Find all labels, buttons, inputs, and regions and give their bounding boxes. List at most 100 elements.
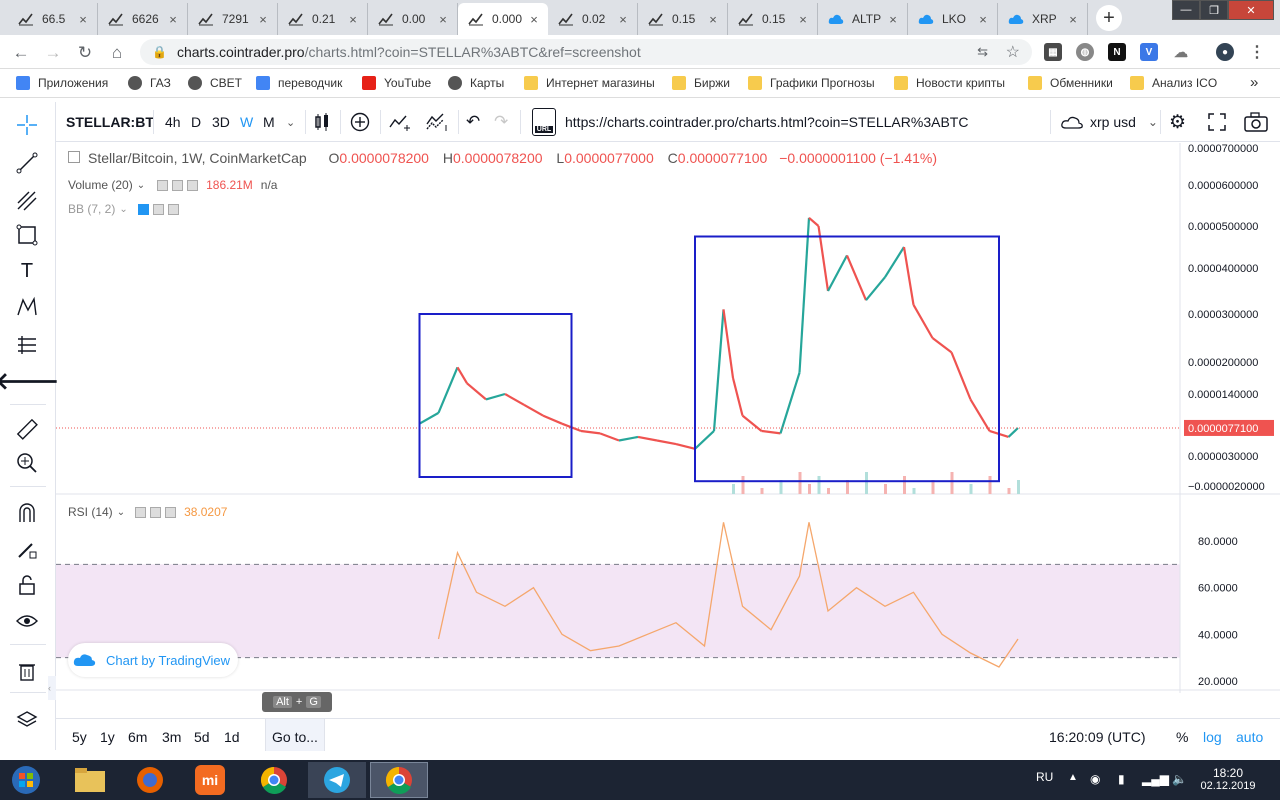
collapse-legend-icon[interactable] bbox=[68, 151, 80, 163]
templates-icon[interactable] bbox=[426, 112, 450, 132]
stay-in-drawing-mode-icon[interactable] bbox=[14, 536, 40, 562]
tab-close-icon[interactable]: × bbox=[705, 12, 721, 27]
hidden-eye-icon[interactable] bbox=[137, 203, 149, 215]
bb-indicator-legend[interactable]: BB (7, 2) ⌄ bbox=[68, 202, 179, 216]
bookmark-item[interactable]: СВЕТ bbox=[188, 76, 242, 90]
remove-small-icon[interactable] bbox=[167, 203, 179, 215]
rsi-indicator-legend[interactable]: RSI (14) ⌄ 38.0207 bbox=[68, 505, 227, 519]
forward-arrow-icon[interactable]: → bbox=[42, 42, 64, 64]
tab-close-icon[interactable]: × bbox=[165, 12, 181, 27]
redo-icon[interactable]: ↷ bbox=[494, 112, 508, 132]
crosshair-icon[interactable] bbox=[14, 112, 40, 138]
settings-small-icon[interactable] bbox=[172, 179, 184, 191]
magnet-icon[interactable] bbox=[14, 500, 40, 526]
tab-close-icon[interactable]: × bbox=[75, 12, 91, 27]
translate-icon[interactable]: ⇆ bbox=[977, 44, 988, 60]
extension-n-icon[interactable]: N bbox=[1108, 43, 1126, 61]
input-language[interactable]: RU bbox=[1036, 770, 1053, 784]
pitchfork-icon[interactable] bbox=[14, 188, 40, 214]
tray-signal-icon[interactable]: ▂▄▆ bbox=[1142, 772, 1169, 786]
chrome-icon[interactable] bbox=[244, 762, 304, 798]
remove-small-icon[interactable] bbox=[187, 179, 199, 191]
bookmark-item[interactable]: переводчик bbox=[256, 76, 342, 90]
tab-close-icon[interactable]: × bbox=[526, 12, 542, 27]
tab-close-icon[interactable]: × bbox=[345, 12, 361, 27]
chart-canvas[interactable]: 0.0000700000 0.0000600000 0.0000500000 0.00… bbox=[56, 143, 1280, 693]
rectangle-shape-icon[interactable] bbox=[14, 222, 40, 248]
trash-icon[interactable] bbox=[14, 658, 40, 684]
range-6m[interactable]: 6m bbox=[128, 729, 147, 745]
browser-tab[interactable]: 0.02 × bbox=[548, 3, 638, 35]
bookmark-item[interactable]: YouTube bbox=[362, 76, 431, 90]
eye-toggle-icon[interactable] bbox=[157, 179, 169, 191]
interval-3d[interactable]: 3D bbox=[212, 112, 230, 132]
omnibox[interactable]: 🔒 charts.cointrader.pro/charts.html?coin… bbox=[140, 39, 1032, 65]
back-arrow-tool-icon[interactable]: 🡐 bbox=[0, 368, 59, 395]
browser-menu-icon[interactable]: ⋮ bbox=[1248, 43, 1266, 61]
bookmark-item[interactable]: Графики Прогнозы bbox=[748, 76, 875, 90]
extension-v-icon[interactable]: V bbox=[1140, 43, 1158, 61]
browser-tab[interactable]: 0.15 × bbox=[728, 3, 818, 35]
bookmarks-more-button[interactable]: » bbox=[1250, 74, 1258, 91]
collapse-toolbar-chevron-icon[interactable]: ‹ bbox=[48, 676, 56, 700]
tab-close-icon[interactable]: × bbox=[255, 12, 271, 27]
prediction-tool-icon[interactable] bbox=[14, 332, 40, 358]
interval-4h[interactable]: 4h bbox=[165, 112, 181, 132]
tray-chevron-icon[interactable]: ▲ bbox=[1068, 772, 1078, 783]
bookmark-item[interactable]: Новости крипты bbox=[894, 76, 1005, 90]
symbol-search[interactable]: STELLAR:BT bbox=[66, 112, 154, 132]
range-1d[interactable]: 1d bbox=[224, 729, 240, 745]
ruler-icon[interactable] bbox=[14, 416, 40, 442]
browser-tab[interactable]: LKO × bbox=[908, 3, 998, 35]
bookmark-star-icon[interactable]: ☆ bbox=[1006, 42, 1020, 62]
extension-puzzle-icon[interactable]: ▦ bbox=[1044, 43, 1062, 61]
extension-cloud-icon[interactable]: ☁ bbox=[1172, 43, 1190, 61]
fullscreen-icon[interactable] bbox=[1208, 112, 1226, 132]
taskbar-clock[interactable]: 18:20 02.12.2019 bbox=[1200, 766, 1256, 792]
lock-drawings-icon[interactable] bbox=[14, 572, 40, 598]
browser-tab[interactable]: 0.000 × bbox=[458, 3, 548, 35]
bookmark-item[interactable]: ГАЗ bbox=[128, 76, 171, 90]
interval-d[interactable]: D bbox=[191, 112, 201, 132]
eye-icon[interactable] bbox=[14, 608, 40, 634]
bookmark-item[interactable]: Анализ ICO bbox=[1130, 76, 1217, 90]
tray-battery-icon[interactable]: ▮ bbox=[1118, 772, 1125, 786]
bookmark-item[interactable]: Биржи bbox=[672, 76, 730, 90]
browser-tab[interactable]: 7291 × bbox=[188, 3, 278, 35]
goto-date-button[interactable]: Go to... bbox=[272, 729, 318, 745]
home-icon[interactable]: ⌂ bbox=[106, 42, 128, 64]
zoom-in-icon[interactable] bbox=[14, 450, 40, 476]
log-scale-toggle[interactable]: log bbox=[1203, 729, 1222, 745]
close-window-button[interactable]: ✕ bbox=[1228, 0, 1274, 20]
tab-close-icon[interactable]: × bbox=[795, 12, 811, 27]
browser-tab[interactable]: 0.15 × bbox=[638, 3, 728, 35]
remove-small-icon[interactable] bbox=[165, 506, 177, 518]
browser-tab[interactable]: XRP × bbox=[998, 3, 1088, 35]
tray-volume-icon[interactable]: 🔈 bbox=[1172, 772, 1187, 786]
reload-icon[interactable]: ↻ bbox=[74, 42, 96, 64]
minimize-button[interactable]: — bbox=[1172, 0, 1200, 20]
browser-tab[interactable]: 6626 × bbox=[98, 3, 188, 35]
settings-small-icon[interactable] bbox=[152, 203, 164, 215]
bookmark-item[interactable]: Карты bbox=[448, 76, 504, 90]
bookmark-item[interactable]: Приложения bbox=[16, 76, 108, 90]
browser-tab[interactable]: 0.21 × bbox=[278, 3, 368, 35]
percent-scale-toggle[interactable]: % bbox=[1176, 729, 1188, 745]
auto-scale-toggle[interactable]: auto bbox=[1236, 729, 1263, 745]
browser-tab[interactable]: 66.5 × bbox=[8, 3, 98, 35]
pattern-tool-icon[interactable] bbox=[14, 294, 40, 320]
maximize-button[interactable]: ❐ bbox=[1200, 0, 1228, 20]
compare-add-icon[interactable] bbox=[350, 112, 370, 132]
tray-chrome-icon[interactable]: ◉ bbox=[1090, 772, 1100, 786]
text-tool-icon[interactable]: T bbox=[14, 258, 40, 284]
firefox-icon[interactable] bbox=[120, 762, 180, 798]
chrome-active-icon[interactable] bbox=[370, 762, 428, 798]
tradingview-watermark[interactable]: Chart by TradingView bbox=[68, 643, 239, 677]
tab-close-icon[interactable]: × bbox=[1065, 12, 1081, 27]
back-arrow-icon[interactable]: ← bbox=[10, 42, 32, 64]
interval-dropdown-chevron-icon[interactable]: ⌄ bbox=[286, 112, 295, 132]
interval-m[interactable]: M bbox=[263, 112, 275, 132]
object-tree-icon[interactable] bbox=[14, 708, 40, 734]
eye-toggle-icon[interactable] bbox=[135, 506, 147, 518]
trend-line-icon[interactable] bbox=[14, 150, 40, 176]
